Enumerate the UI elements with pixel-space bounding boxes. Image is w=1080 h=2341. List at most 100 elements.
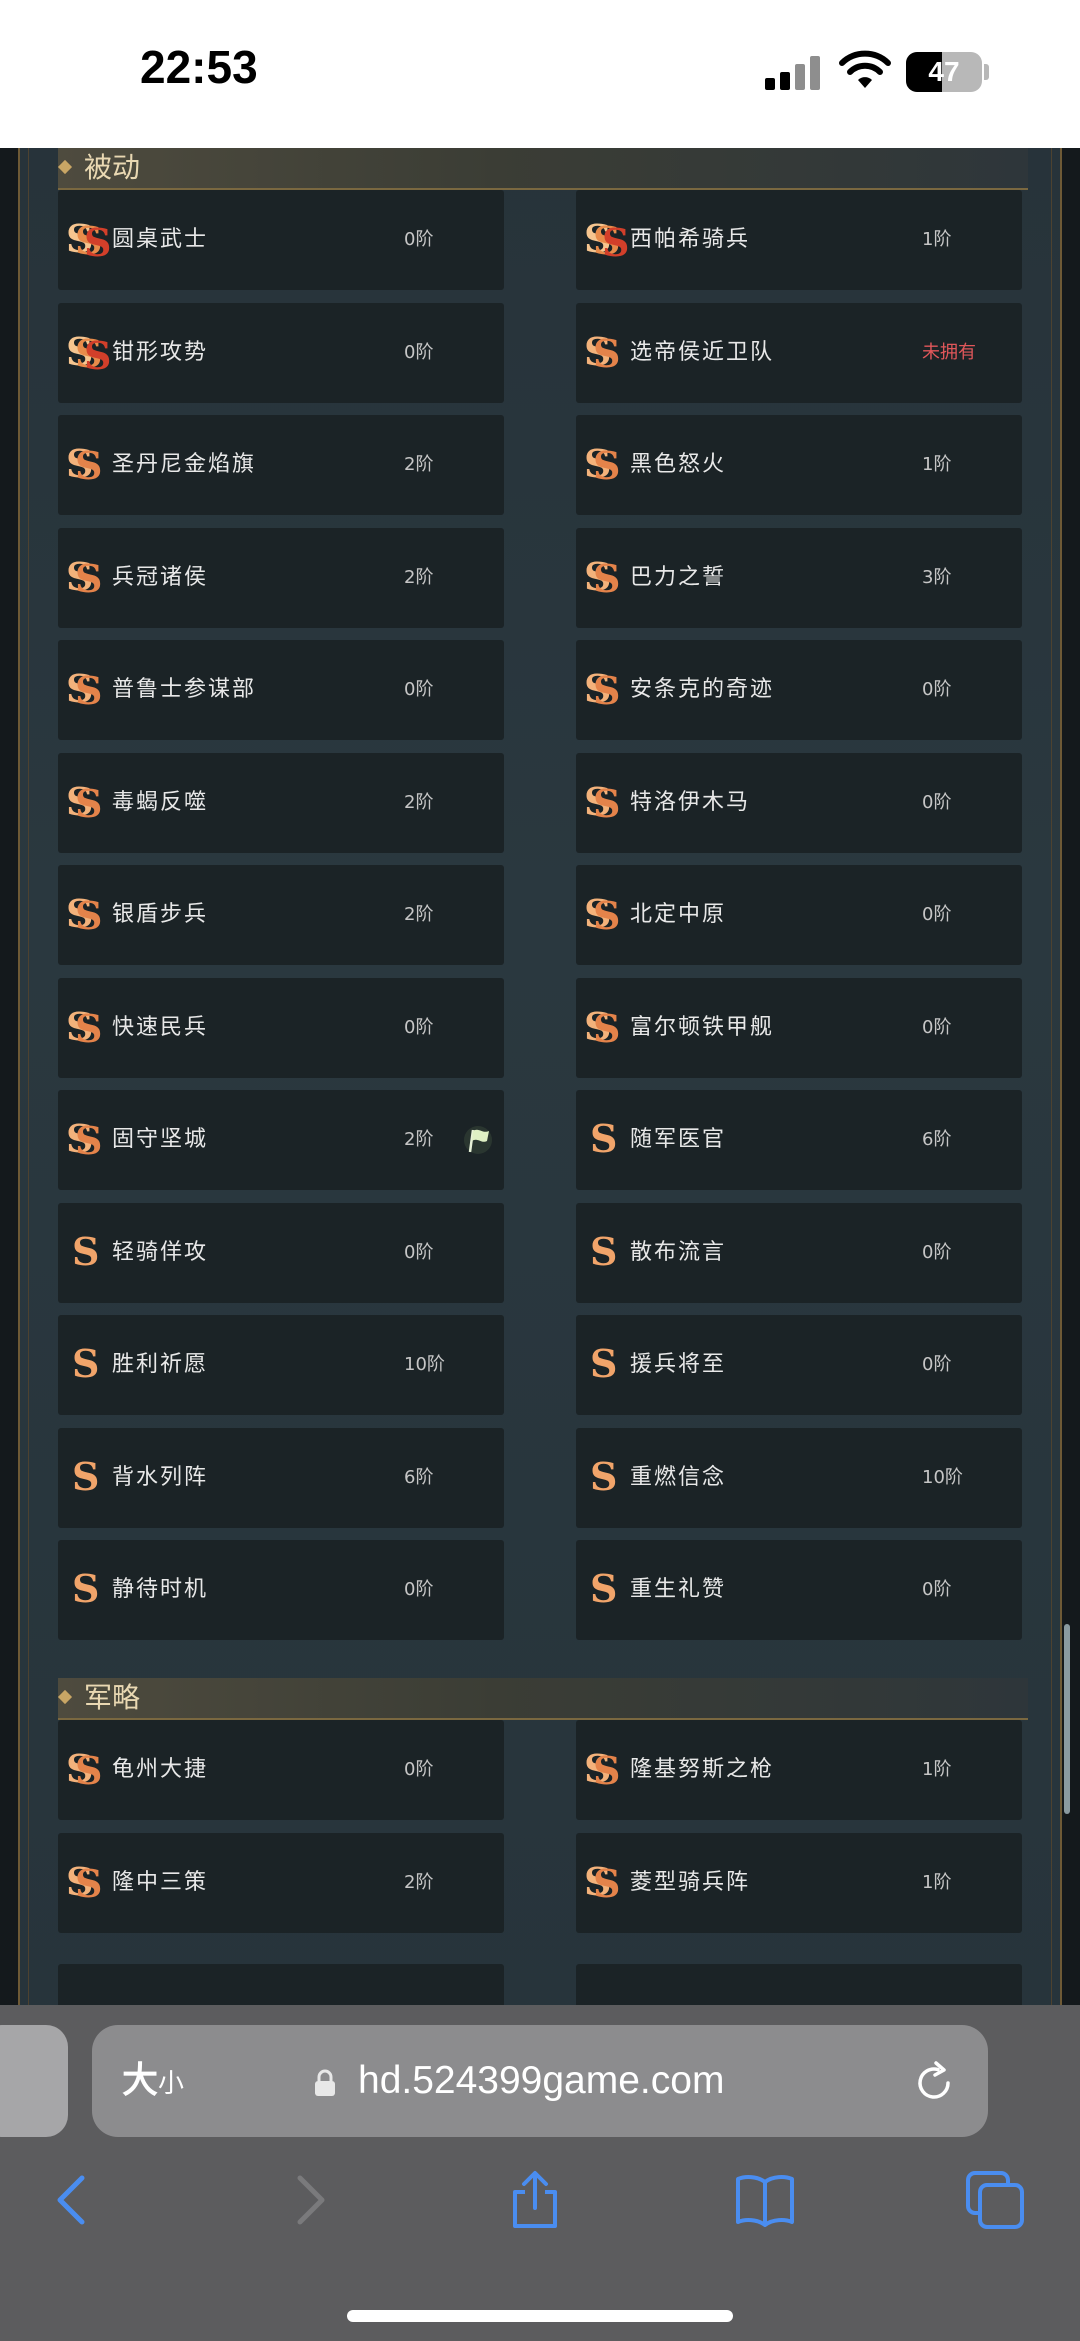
- skill-name: 轻骑佯攻: [112, 1239, 209, 1265]
- skill-level: 2阶: [404, 566, 434, 588]
- skill-name: 毒蝎反噬: [112, 789, 209, 815]
- skill-name: 重燃信念: [630, 1464, 727, 1490]
- ss-icon: SS: [584, 1858, 621, 1906]
- skill-card[interactable]: S 散布流言 0阶: [576, 1202, 1022, 1303]
- s-icon: S: [590, 1566, 618, 1611]
- section-header-passive: 被动: [57, 148, 1028, 190]
- share-icon[interactable]: [505, 2170, 565, 2230]
- skill-card[interactable]: S S 特洛伊木马 0阶: [576, 752, 1022, 853]
- skill-card[interactable]: S 重燃信念 10阶: [576, 1427, 1022, 1528]
- skill-card[interactable]: S S 普鲁士参谋部 0阶: [58, 640, 504, 740]
- skill-level: 0阶: [922, 1016, 952, 1038]
- skill-level: 1阶: [922, 454, 952, 475]
- text-size-button[interactable]: 大小: [122, 2025, 184, 2140]
- ss-icon: SS: [66, 891, 103, 938]
- skill-card[interactable]: S S 安条克的奇迹 0阶: [576, 640, 1022, 740]
- skill-card[interactable]: S 胜利祈愿 10阶: [58, 1315, 504, 1415]
- skill-card[interactable]: S S 银盾步兵 2阶: [58, 865, 504, 965]
- skill-card[interactable]: S S 快速民兵 0阶: [58, 977, 504, 1078]
- previous-tab-preview[interactable]: [0, 2025, 68, 2137]
- home-indicator[interactable]: [347, 2310, 733, 2322]
- skill-card[interactable]: S 背水列阵 6阶: [58, 1427, 504, 1528]
- ss-icon: SS: [584, 891, 621, 938]
- skill-card[interactable]: S S S 圆桌武士 0阶: [58, 190, 504, 290]
- skill-card[interactable]: S S 圣丹尼金焰旗 2阶: [58, 415, 504, 515]
- ss-icon: SS: [584, 778, 621, 826]
- skill-name: 特洛伊木马: [630, 789, 751, 815]
- skill-card[interactable]: S S 黑色怒火 1阶: [576, 415, 1022, 515]
- skill-name: 散布流言: [630, 1239, 727, 1265]
- skill-card[interactable]: S S 毒蝎反噬 2阶: [58, 752, 504, 853]
- skill-level: 2阶: [404, 791, 434, 813]
- diamond-icon: [57, 159, 73, 175]
- skill-card[interactable]: S S 隆基努斯之枪 1阶: [576, 1720, 1022, 1820]
- s-icon: S: [72, 1228, 100, 1274]
- skill-card[interactable]: S 随军医官 6阶: [576, 1090, 1022, 1190]
- skill-card[interactable]: S S 菱型骑兵阵 1阶: [576, 1832, 1022, 1933]
- sss-icon: SSS: [584, 216, 630, 265]
- skill-card[interactable]: S S S 西帕希骑兵 1阶: [576, 190, 1022, 290]
- skill-level: 0阶: [404, 1579, 434, 1600]
- skill-card[interactable]: S S 兵冠诸侯 2阶: [58, 527, 504, 628]
- skill-card[interactable]: S S 选帝侯近卫队 未拥有: [576, 302, 1022, 403]
- skill-name: 援兵将至: [630, 1352, 727, 1377]
- skill-name: 胜利祈愿: [112, 1352, 209, 1377]
- skill-card[interactable]: S 援兵将至 0阶: [576, 1315, 1022, 1415]
- skill-name: 银盾步兵: [112, 902, 209, 927]
- skill-card[interactable]: S S 固守坚城 2阶: [58, 1090, 504, 1190]
- battery-level: 47: [928, 56, 960, 87]
- ss-icon: SS: [584, 1746, 621, 1793]
- skill-card[interactable]: S 静待时机 0阶: [58, 1540, 504, 1640]
- skill-card[interactable]: S 重生礼赞 0阶: [576, 1540, 1022, 1640]
- address-bar[interactable]: 大小 hd.524399game.com: [92, 2025, 988, 2137]
- skill-level: 0阶: [404, 1759, 434, 1780]
- skill-card[interactable]: S 轻骑佯攻 0阶: [58, 1202, 504, 1303]
- skill-level: 0阶: [922, 1579, 952, 1600]
- skill-level: 1阶: [922, 1759, 952, 1780]
- flag-icon: [464, 1126, 492, 1154]
- scrollbar-thumb[interactable]: [1064, 1624, 1070, 1814]
- reload-icon[interactable]: [912, 2061, 956, 2105]
- text-size-small: 小: [158, 2069, 185, 2099]
- bookmarks-icon[interactable]: [735, 2170, 795, 2230]
- skill-name: 重生礼赞: [630, 1577, 727, 1602]
- tabs-icon[interactable]: [965, 2170, 1025, 2230]
- skill-card[interactable]: S S 龟州大捷 0阶: [58, 1720, 504, 1820]
- web-content[interactable]: 被动 S S S 圆桌武士 0阶 S S S 西帕希骑兵 1阶 S S S 钳形攻势 0阶 S S 选帝侯近卫队未…: [0, 148, 1080, 2005]
- ss-icon: SS: [66, 1746, 103, 1793]
- section-title: 被动: [84, 151, 141, 184]
- skill-name: 圆桌武士: [112, 227, 209, 252]
- skill-card[interactable]: S S 巴力之誓 3阶: [576, 527, 1022, 628]
- skill-level: 0阶: [404, 1016, 434, 1038]
- skill-name: 安条克的奇迹: [630, 677, 775, 702]
- skill-name: 背水列阵: [112, 1464, 209, 1490]
- s-icon: S: [72, 1341, 100, 1386]
- skill-level: 10阶: [922, 1466, 963, 1488]
- skill-card-partial[interactable]: [58, 1964, 504, 2005]
- diamond-icon: [57, 1689, 73, 1705]
- skill-card-partial[interactable]: [576, 1964, 1022, 2005]
- back-icon[interactable]: [44, 2170, 104, 2230]
- skill-level: 6阶: [404, 1466, 434, 1488]
- sss-icon: SSS: [66, 328, 112, 378]
- skill-card[interactable]: S S S 钳形攻势 0阶: [58, 302, 504, 403]
- skill-name: 巴力之誓: [630, 564, 727, 590]
- skill-card[interactable]: S S 北定中原 0阶: [576, 865, 1022, 965]
- skill-level: 2阶: [404, 1129, 434, 1150]
- s-icon: S: [590, 1116, 618, 1161]
- ss-icon: SS: [66, 1858, 103, 1906]
- text-size-large: 大: [122, 2060, 159, 2101]
- ss-icon: SS: [66, 666, 103, 713]
- skill-name: 黑色怒火: [630, 452, 727, 477]
- skill-level: 0阶: [922, 791, 952, 813]
- skill-level: 2阶: [404, 454, 434, 475]
- battery-icon: 47: [906, 52, 982, 92]
- skill-card[interactable]: S S 富尔顿铁甲舰 0阶: [576, 977, 1022, 1078]
- sss-icon: SSS: [66, 216, 112, 265]
- forward-icon[interactable]: [278, 2170, 338, 2230]
- skill-level: 6阶: [922, 1129, 952, 1150]
- skill-level: 2阶: [404, 904, 434, 925]
- section-header-strategy: 军略: [57, 1678, 1028, 1720]
- skill-card[interactable]: S S 隆中三策 2阶: [58, 1832, 504, 1933]
- wifi-icon: [839, 50, 891, 88]
